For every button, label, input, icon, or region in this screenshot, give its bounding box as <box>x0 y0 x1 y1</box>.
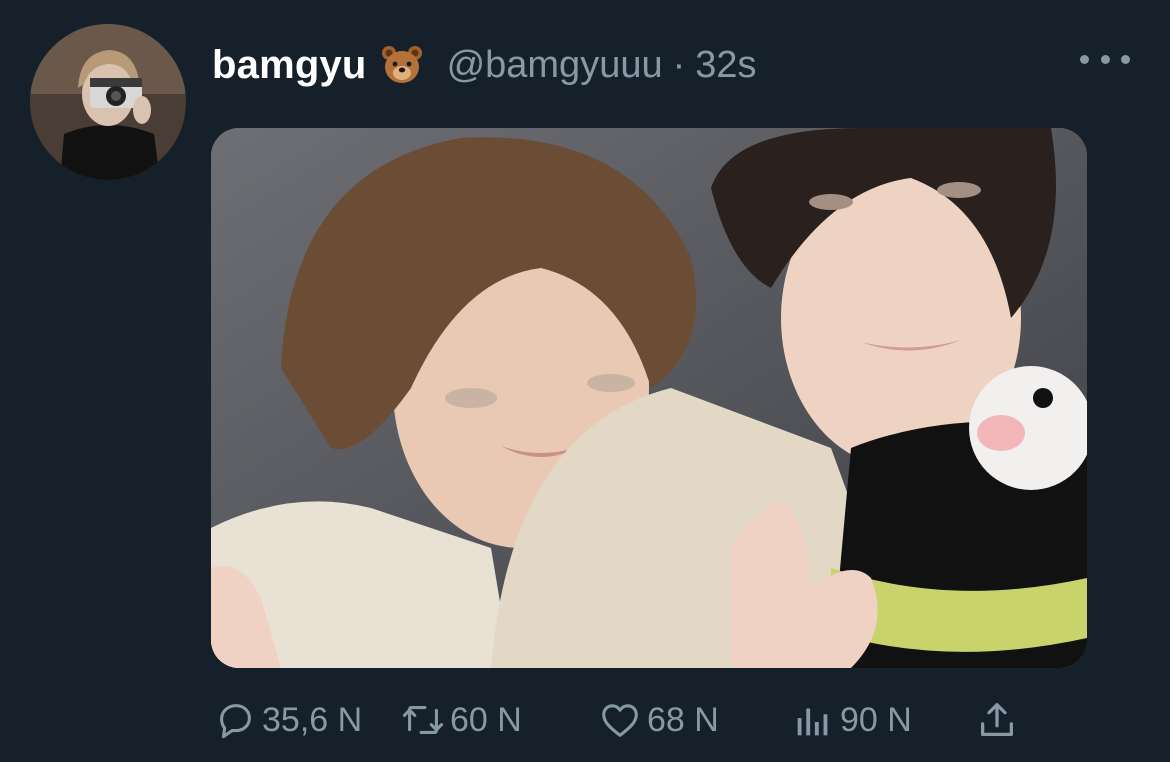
retweet-count: 60 N <box>450 700 522 739</box>
analytics-icon <box>797 708 828 736</box>
share-button[interactable] <box>974 692 1024 748</box>
reply-count: 35,6 N <box>262 700 363 739</box>
more-dot-icon <box>1100 54 1110 64</box>
view-count: 90 N <box>840 700 912 739</box>
tweet-actions: 35,6 N 60 N 68 N 90 N <box>212 692 1042 748</box>
reply-button[interactable]: 35,6 N <box>212 692 362 748</box>
user-handle[interactable]: @bamgyuuu <box>447 44 663 87</box>
share-icon <box>980 703 1014 737</box>
bear-face-icon <box>381 45 423 85</box>
like-count: 68 N <box>647 700 719 739</box>
heart-icon <box>602 704 638 737</box>
timestamp[interactable]: 32s <box>695 44 756 87</box>
avatar-image <box>30 24 186 180</box>
separator-dot: · <box>672 43 686 86</box>
views-button[interactable]: 90 N <box>790 692 912 748</box>
more-options-button[interactable] <box>1080 44 1130 74</box>
tweet-header: bamgyu @bamgyuuu · 32s <box>212 40 757 90</box>
avatar[interactable] <box>30 24 186 180</box>
reply-icon <box>220 704 251 739</box>
more-dot-icon <box>1080 54 1089 64</box>
more-dot-icon <box>1121 54 1130 64</box>
photo-image <box>211 128 1087 668</box>
tweet-photo[interactable] <box>211 128 1087 668</box>
display-name[interactable]: bamgyu <box>212 43 367 88</box>
retweet-button[interactable]: 60 N <box>400 692 522 748</box>
retweet-icon <box>402 706 444 734</box>
like-button[interactable]: 68 N <box>597 692 719 748</box>
tweet[interactable]: bamgyu @bamgyuuu · 32s 35,6 N 60 N 68 N … <box>0 0 1170 762</box>
